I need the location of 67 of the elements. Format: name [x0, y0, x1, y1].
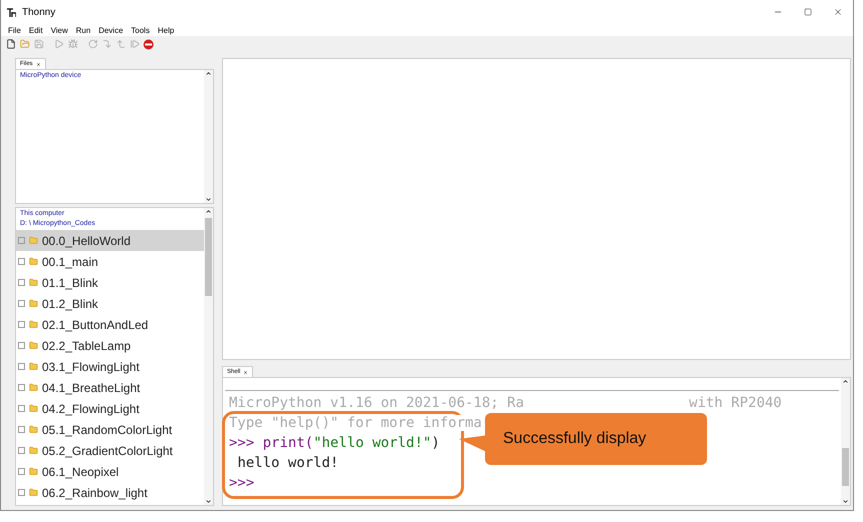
shell-prompt: >>>: [229, 475, 254, 491]
folder-icon: [29, 488, 38, 497]
scroll-thumb[interactable]: [205, 218, 212, 296]
menu-item[interactable]: Help: [154, 26, 178, 34]
file-tree-item[interactable]: 02.2_TableLamp: [16, 335, 204, 356]
scroll-up-icon: [205, 70, 212, 77]
shell-text: MicroPython v1.16 on 2021-06-18; Ra: [229, 395, 524, 411]
step-out-icon: [116, 39, 126, 49]
menu-item[interactable]: Device: [94, 26, 128, 34]
folder-icon: [29, 257, 38, 266]
file-tree-item[interactable]: 01.1_Blink: [16, 272, 204, 293]
scroll-thumb[interactable]: [842, 448, 849, 486]
folder-icon: [29, 341, 38, 350]
file-tree-item[interactable]: 05.1_RandomColorLight: [16, 419, 204, 440]
scroll-up-icon: [842, 378, 849, 385]
scrollbar[interactable]: [841, 378, 850, 505]
menu-item[interactable]: Run: [72, 26, 95, 34]
folder-icon: [29, 278, 38, 287]
new-button[interactable]: [5, 38, 16, 50]
menu-item[interactable]: View: [46, 26, 72, 34]
step-into-icon: [102, 39, 112, 49]
file-tree-item[interactable]: 01.2_Blink: [16, 293, 204, 314]
save-icon: [34, 39, 44, 49]
run-icon: [54, 39, 64, 49]
file-tree-item[interactable]: 04.1_BreatheLight: [16, 377, 204, 398]
file-tree-item[interactable]: 00.1_main: [16, 251, 204, 272]
folder-icon: [29, 320, 38, 329]
file-tree-item[interactable]: 06.2_Rainbow_light: [16, 482, 204, 503]
resume-icon: [130, 39, 140, 49]
app-logo-icon: [7, 8, 16, 16]
file-tree-item[interactable]: 02.1_ButtonAndLed: [16, 314, 204, 335]
file-tree-item[interactable]: 05.2_GradientColorLight: [16, 440, 204, 461]
folder-icon: [29, 467, 38, 476]
window-title: Thonny: [22, 6, 56, 18]
scroll-up-icon: [205, 208, 212, 215]
shell-text: with RP2040: [689, 395, 782, 411]
open-icon: [20, 39, 30, 49]
callout-text: Successfully display: [503, 430, 646, 448]
scroll-down-icon: [842, 498, 849, 505]
menu-item[interactable]: Tools: [127, 26, 154, 34]
folder-icon: [29, 425, 38, 434]
folder-icon: [29, 362, 38, 371]
new-icon: [6, 39, 16, 49]
folder-icon: [29, 383, 38, 392]
scrollbar[interactable]: [204, 70, 213, 203]
file-tree-item[interactable]: 06.1_Neopixel: [16, 461, 204, 482]
menu-item[interactable]: Edit: [24, 26, 47, 34]
shell-text: Type "help()" for more informa: [229, 415, 482, 431]
file-tree-item[interactable]: 00.0_HelloWorld: [16, 230, 204, 251]
close-icon: [833, 7, 843, 17]
step-over-icon: [88, 39, 98, 49]
folder-icon: [29, 299, 38, 308]
folder-icon: [29, 404, 38, 413]
shell-command: >>> print("hello world!"): [229, 435, 440, 451]
folder-icon: [29, 236, 38, 245]
debug-icon: [68, 39, 78, 49]
scroll-down-icon: [205, 196, 212, 203]
file-tree-item[interactable]: 03.1_FlowingLight: [16, 356, 204, 377]
maximize-icon: [804, 8, 812, 16]
file-tree-item[interactable]: 04.2_FlowingLight: [16, 398, 204, 419]
stop-button[interactable]: [143, 38, 154, 50]
folder-icon: [29, 446, 38, 455]
menu-item[interactable]: File: [4, 26, 25, 34]
stop-icon: [143, 38, 154, 50]
scroll-down-icon: [205, 498, 212, 505]
scrollbar[interactable]: [204, 208, 213, 505]
shell-output: hello world!: [236, 455, 339, 471]
